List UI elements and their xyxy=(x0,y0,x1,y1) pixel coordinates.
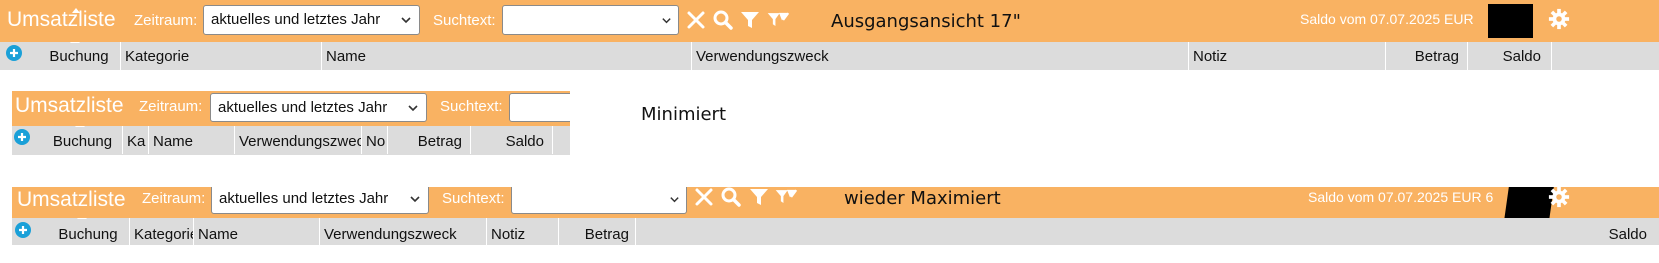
clear-icon[interactable] xyxy=(684,8,708,32)
column-label: Notiz xyxy=(1193,48,1228,65)
view-minimized: Umsatzliste Zeitraum: aktuelles und letz… xyxy=(12,91,570,169)
column-header-verwendungszweck[interactable]: Verwendungszwec xyxy=(235,126,362,154)
column-label: Saldo xyxy=(1608,226,1647,243)
app-title: Umsatzliste xyxy=(15,94,124,117)
filter-reset-icon[interactable] xyxy=(774,187,798,209)
saldo-label: Saldo vom 07.07.2025 EUR 6 xyxy=(1308,189,1494,205)
sort-asc-icon xyxy=(70,42,80,43)
add-icon[interactable] xyxy=(5,44,23,62)
column-label: Saldo xyxy=(1502,48,1541,65)
column-label: Verwendungszweck xyxy=(696,48,829,65)
suchtext-label: Suchtext: xyxy=(433,12,496,29)
filter-icon[interactable] xyxy=(738,8,762,32)
filter-icon[interactable] xyxy=(747,187,771,209)
column-label: Buchung xyxy=(58,226,118,243)
add-icon[interactable] xyxy=(13,128,31,146)
column-label: Verwendungszwec xyxy=(239,133,362,150)
column-header-betrag[interactable]: Betrag xyxy=(388,126,471,154)
column-header-buchung[interactable]: Buchung xyxy=(39,218,130,246)
search-icon[interactable] xyxy=(711,8,735,32)
column-label: Buchung xyxy=(52,133,113,150)
zeitraum-value: aktuelles und letztes Jahr xyxy=(219,190,389,207)
column-label: Ka xyxy=(127,133,146,150)
column-label: No xyxy=(366,133,386,150)
annotation-original: Ausgangsansicht 17" xyxy=(831,11,1021,32)
column-header-notiz[interactable]: No xyxy=(362,126,388,154)
table-header: Buchung Kategorie Name Verwendungszweck … xyxy=(12,218,1659,246)
clear-icon[interactable] xyxy=(692,187,716,209)
column-header-notiz[interactable]: Notiz xyxy=(487,218,559,246)
zeitraum-select[interactable]: aktuelles und letztes Jahr xyxy=(203,5,420,35)
column-header-buchung[interactable]: Buchung xyxy=(37,126,123,154)
column-header-saldo[interactable]: Saldo xyxy=(471,126,553,154)
gear-icon[interactable] xyxy=(1548,187,1570,208)
column-label: Verwendungszweck xyxy=(324,226,457,243)
sort-asc-icon xyxy=(75,126,85,127)
chevron-down-icon xyxy=(662,18,671,24)
column-header-buchung[interactable]: Buchung xyxy=(30,42,121,70)
toolbar: Umsatzliste Zeitraum: aktuelles und letz… xyxy=(0,0,1659,42)
zeitraum-value: aktuelles und letztes Jahr xyxy=(211,11,381,28)
column-header-kategorie[interactable]: Kategorie xyxy=(130,218,194,246)
toolbar: Umsatzliste Zeitraum: aktuelles und letz… xyxy=(12,91,570,126)
column-header-notiz[interactable]: Notiz xyxy=(1189,42,1386,70)
filter-reset-icon[interactable] xyxy=(766,8,790,32)
column-header-verwendungszweck[interactable]: Verwendungszweck xyxy=(320,218,487,246)
column-header-kategorie[interactable]: Kategorie xyxy=(121,42,322,70)
app-title: Umsatzliste xyxy=(7,8,116,31)
annotation-minimized: Minimiert xyxy=(641,104,727,125)
chevron-down-icon xyxy=(401,17,411,24)
table-header: Buchung Ka Name Verwendungszwec No Betra… xyxy=(12,126,570,155)
table-header: Buchung Kategorie Name Verwendungszweck … xyxy=(0,42,1659,70)
column-label: Kategorie xyxy=(125,48,190,65)
column-label: Kategorie xyxy=(134,226,194,243)
chevron-down-icon xyxy=(410,196,420,203)
suchtext-input[interactable] xyxy=(511,187,687,214)
suchtext-label: Suchtext: xyxy=(440,98,503,115)
sort-asc-icon xyxy=(77,218,87,219)
zeitraum-select[interactable]: aktuelles und letztes Jahr xyxy=(210,93,427,122)
toolbar: Umsatzliste Zeitraum: aktuelles und letz… xyxy=(12,187,1659,218)
zeitraum-label: Zeitraum: xyxy=(134,12,198,29)
view-original: Umsatzliste Zeitraum: aktuelles und letz… xyxy=(0,0,1659,70)
saldo-label: Saldo vom 07.07.2025 EUR xyxy=(1300,11,1474,27)
zeitraum-label: Zeitraum: xyxy=(139,98,203,115)
column-label: Betrag xyxy=(1414,48,1459,65)
column-label: Betrag xyxy=(584,226,629,243)
chevron-down-icon xyxy=(670,197,679,203)
redacted-amount xyxy=(1488,4,1533,38)
caret-up-icon xyxy=(72,8,80,13)
suchtext-input[interactable] xyxy=(509,93,570,122)
suchtext-label: Suchtext: xyxy=(442,190,505,207)
column-header-name[interactable]: Name xyxy=(194,218,320,246)
column-header-betrag[interactable]: Betrag xyxy=(559,218,636,246)
add-icon[interactable] xyxy=(14,221,32,239)
app-title: Umsatzliste xyxy=(17,188,126,211)
search-icon[interactable] xyxy=(719,187,743,209)
suchtext-input[interactable] xyxy=(502,5,679,35)
view-maximized-again: Umsatzliste Zeitraum: aktuelles und letz… xyxy=(12,187,1659,263)
column-header-betrag[interactable]: Betrag xyxy=(1386,42,1468,70)
column-label: Betrag xyxy=(417,133,462,150)
annotation-maximized: wieder Maximiert xyxy=(844,188,1001,209)
column-header-name[interactable]: Name xyxy=(149,126,235,154)
column-label: Name xyxy=(198,226,239,243)
column-header-name[interactable]: Name xyxy=(322,42,692,70)
gear-icon[interactable] xyxy=(1548,8,1570,30)
column-header-saldo[interactable]: Saldo xyxy=(1468,42,1552,70)
zeitraum-select[interactable]: aktuelles und letztes Jahr xyxy=(211,187,429,214)
zeitraum-value: aktuelles und letztes Jahr xyxy=(218,99,388,116)
chevron-down-icon xyxy=(408,105,418,112)
column-label: Saldo xyxy=(505,133,544,150)
column-header-verwendungszweck[interactable]: Verwendungszweck xyxy=(692,42,1189,70)
column-label: Name xyxy=(153,133,194,150)
column-header-saldo[interactable]: Saldo xyxy=(636,218,1659,246)
zeitraum-label: Zeitraum: xyxy=(142,190,206,207)
column-label: Buchung xyxy=(49,48,109,65)
column-header-kategorie[interactable]: Ka xyxy=(123,126,149,154)
column-label: Notiz xyxy=(491,226,526,243)
column-label: Name xyxy=(326,48,367,65)
